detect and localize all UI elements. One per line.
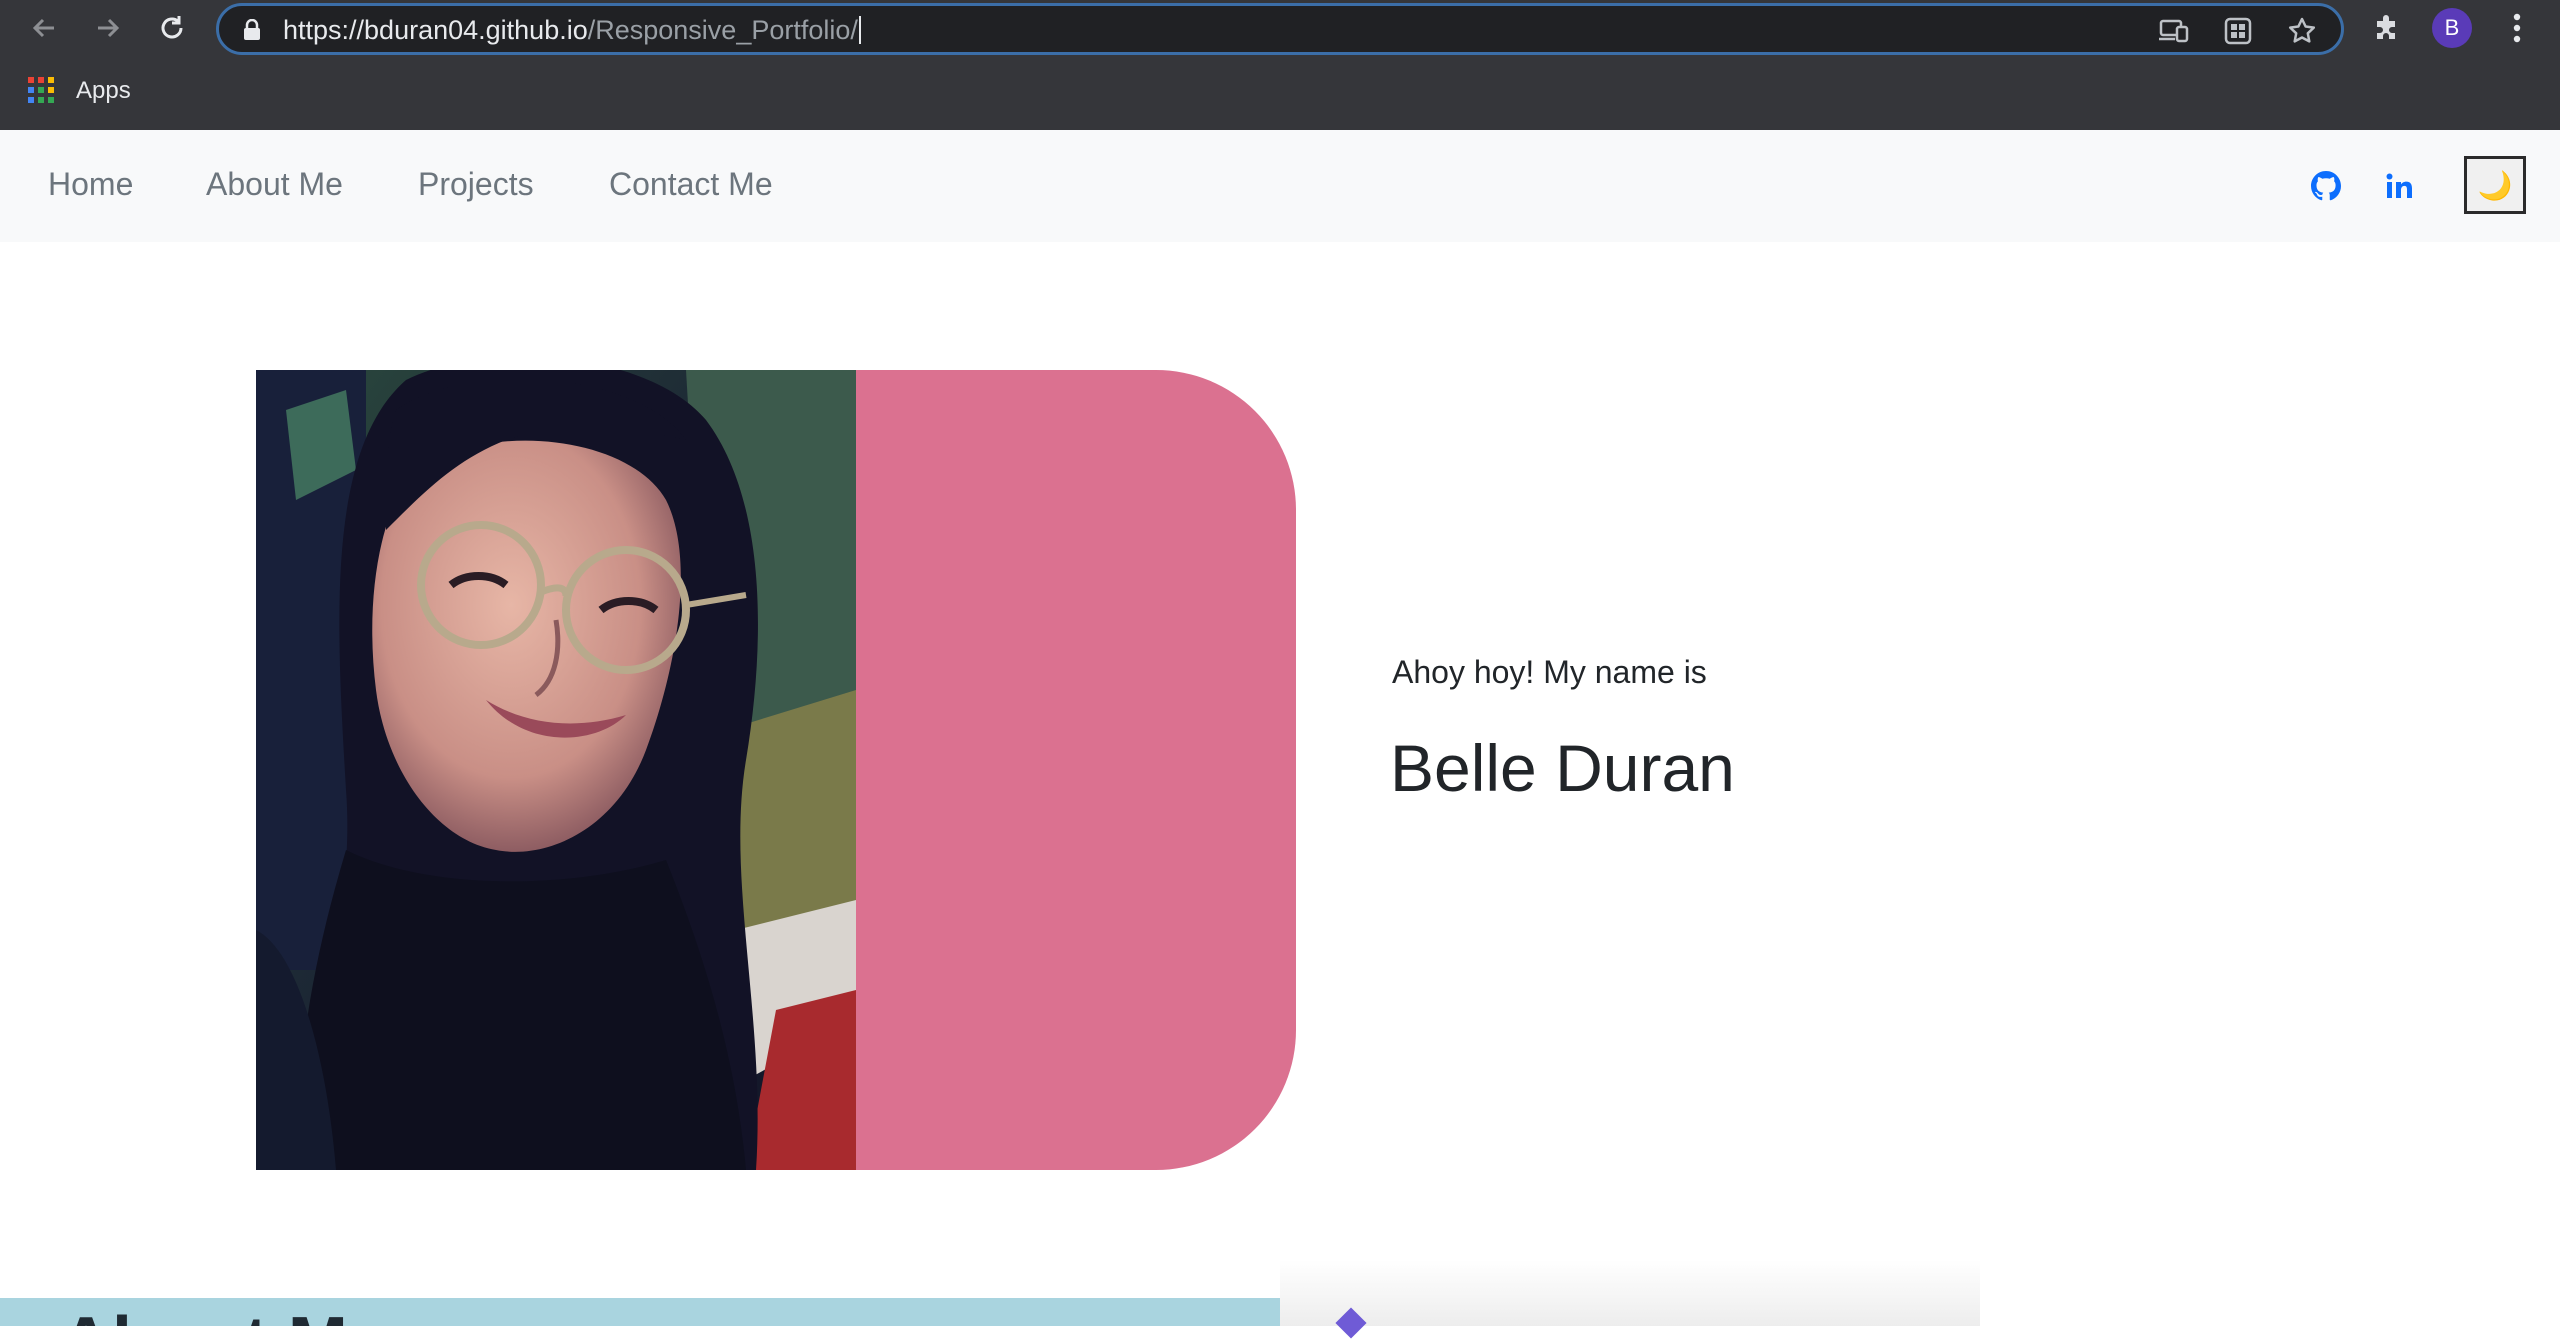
arrow-right-icon	[98, 18, 120, 38]
nav-link-about-me[interactable]: About Me	[206, 166, 343, 203]
back-button[interactable]	[22, 6, 66, 50]
profile-avatar[interactable]: B	[2432, 8, 2472, 48]
hero-name-heading: Belle Duran	[1390, 731, 1735, 805]
profile-photo	[256, 370, 856, 1170]
star-icon[interactable]	[2287, 16, 2317, 46]
github-icon[interactable]	[2308, 168, 2344, 204]
bookmark-apps[interactable]: Apps	[28, 76, 131, 106]
reload-icon	[161, 16, 183, 39]
browser-chrome: https://bduran04.github.io/Responsive_Po…	[0, 0, 2560, 130]
section-shadow	[1280, 1260, 1980, 1326]
nav-link-home[interactable]: Home	[48, 166, 133, 203]
hero-intro-text: Ahoy hoy! My name is	[1392, 654, 1707, 690]
forward-button[interactable]	[86, 6, 130, 50]
extensions-icon[interactable]	[2370, 10, 2404, 44]
reload-button[interactable]	[150, 6, 194, 50]
about-me-section-peek: About Me	[0, 1298, 1280, 1326]
hero-card	[256, 370, 1296, 1170]
apps-grid-icon	[28, 77, 56, 105]
about-me-heading: About Me	[60, 1302, 388, 1326]
tab-search-icon[interactable]	[2223, 16, 2253, 46]
text-caret	[858, 16, 861, 44]
more-menu-icon[interactable]	[2502, 10, 2532, 46]
url-path: /Responsive_Portfolio/	[587, 15, 858, 45]
linkedin-icon[interactable]	[2382, 168, 2418, 204]
browser-toolbar: https://bduran04.github.io/Responsive_Po…	[0, 0, 2560, 56]
nav-link-projects[interactable]: Projects	[418, 166, 534, 203]
moon-icon: 🌙	[2477, 168, 2513, 202]
address-bar[interactable]: https://bduran04.github.io/Responsive_Po…	[216, 3, 2344, 55]
url-host: https://bduran04.github.io	[283, 15, 588, 45]
site-navbar: Home About Me Projects Contact Me 🌙	[0, 130, 2560, 242]
arrow-left-icon	[32, 18, 54, 38]
url-text[interactable]: https://bduran04.github.io/Responsive_Po…	[283, 15, 861, 46]
lock-icon	[244, 19, 260, 40]
bookmarks-bar: Apps	[0, 68, 2560, 114]
cast-icon[interactable]	[2159, 16, 2189, 46]
nav-link-contact-me[interactable]: Contact Me	[609, 166, 773, 203]
bookmark-label: Apps	[76, 77, 131, 104]
theme-toggle-button[interactable]: 🌙	[2464, 156, 2526, 214]
